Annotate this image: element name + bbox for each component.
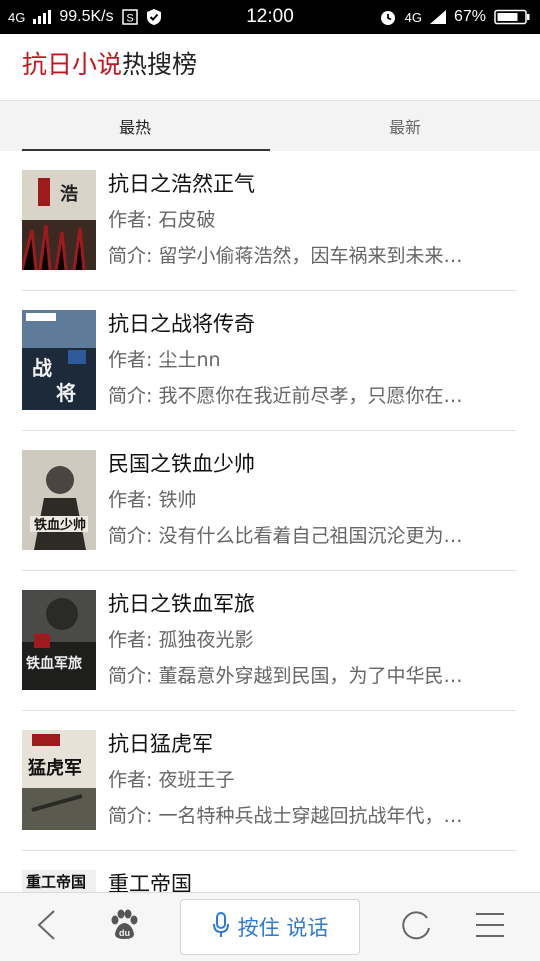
book-title: 抗日之战将传奇 [108,312,255,336]
tab-hottest[interactable]: 最热 [0,101,270,151]
book-author: 作者: 石皮破 [108,209,216,231]
status-right: 4G 67% [379,0,530,34]
book-cover: 重工帝国 [22,870,96,892]
status-bar: 4G 99.5K/s S 12:00 4G 67% [0,0,540,34]
battery-percent: 67% [453,8,486,25]
book-title: 抗日之浩然正气 [108,172,255,196]
baidu-home-button[interactable]: du [94,893,154,961]
book-list-item[interactable]: 重工帝国 重工帝国 [0,851,540,892]
title-suffix: 热搜榜 [122,50,198,79]
book-list-item[interactable]: 铁血军旅 抗日之铁血军旅 作者: 孤独夜光影 简介: 董磊意外穿越到民国，为了中… [0,571,540,711]
book-cover: 铁血少帅 [22,450,96,550]
book-list: 浩 抗日之浩然正气 作者: 石皮破 简介: 留学小偷蒋浩然，因车祸来到未来… 战… [0,151,540,892]
book-author: 作者: 夜班王子 [108,769,235,791]
book-title: 抗日猛虎军 [108,732,213,756]
svg-text:重工帝国: 重工帝国 [26,873,86,891]
book-intro: 简介: 一名特种兵战士穿越回抗战年代，… [108,805,463,827]
refresh-icon [399,908,433,946]
tab-newest[interactable]: 最新 [270,101,540,151]
svg-text:将: 将 [56,381,76,405]
battery-icon [494,9,530,25]
microphone-icon [212,911,230,943]
book-cover: 浩 [22,170,96,270]
book-list-item[interactable]: 猛虎军 抗日猛虎军 作者: 夜班王子 简介: 一名特种兵战士穿越回抗战年代，… [0,711,540,851]
book-cover: 铁血军旅 [22,590,96,690]
network-label-right: 4G [404,9,422,25]
back-button[interactable] [18,893,74,961]
menu-button[interactable] [460,893,520,961]
svg-text:战: 战 [32,356,52,380]
tab-bar: 最热 最新 [0,100,540,151]
book-author: 作者: 尘土nn [108,349,221,371]
page-header: 抗日小说热搜榜 [0,34,540,100]
svg-text:猛虎军: 猛虎军 [27,757,82,779]
book-cover: 战 将 [22,310,96,410]
alarm-icon [379,8,397,26]
book-title: 民国之铁血少帅 [108,452,255,476]
paw-icon: du [107,908,141,946]
book-author: 作者: 孤独夜光影 [108,629,254,651]
book-author: 作者: 铁帅 [108,489,197,511]
book-list-item[interactable]: 浩 抗日之浩然正气 作者: 石皮破 简介: 留学小偷蒋浩然，因车祸来到未来… [0,151,540,291]
refresh-button[interactable] [386,893,446,961]
book-intro: 简介: 没有什么比看着自己祖国沉沦更为… [108,525,463,547]
svg-text:du: du [119,928,130,938]
hamburger-menu-icon [475,912,505,942]
voice-input-label: 按住 说话 [237,916,329,940]
book-intro: 简介: 我不愿你在我近前尽孝，只愿你在… [108,385,463,407]
svg-text:铁血军旅: 铁血军旅 [26,655,82,672]
voice-input-button[interactable]: 按住 说话 [180,899,360,955]
svg-text:铁血少帅: 铁血少帅 [33,517,86,533]
book-title: 抗日之铁血军旅 [108,592,255,616]
bottom-toolbar: du 按住 说话 [0,892,540,961]
chevron-left-icon [34,908,58,946]
book-title: 重工帝国 [108,872,192,892]
page-title: 抗日小说热搜榜 [22,48,197,82]
book-list-item[interactable]: 战 将 抗日之战将传奇 作者: 尘土nn 简介: 我不愿你在我近前尽孝，只愿你在… [0,291,540,431]
signal-icon-right [429,10,446,24]
book-list-item[interactable]: 铁血少帅 民国之铁血少帅 作者: 铁帅 简介: 没有什么比看着自己祖国沉沦更为… [0,431,540,571]
book-cover: 猛虎军 [22,730,96,830]
svg-text:浩: 浩 [60,184,78,205]
book-intro: 简介: 留学小偷蒋浩然，因车祸来到未来… [108,245,463,267]
book-intro: 简介: 董磊意外穿越到民国，为了中华民… [108,665,463,687]
title-category: 抗日小说 [22,50,123,79]
